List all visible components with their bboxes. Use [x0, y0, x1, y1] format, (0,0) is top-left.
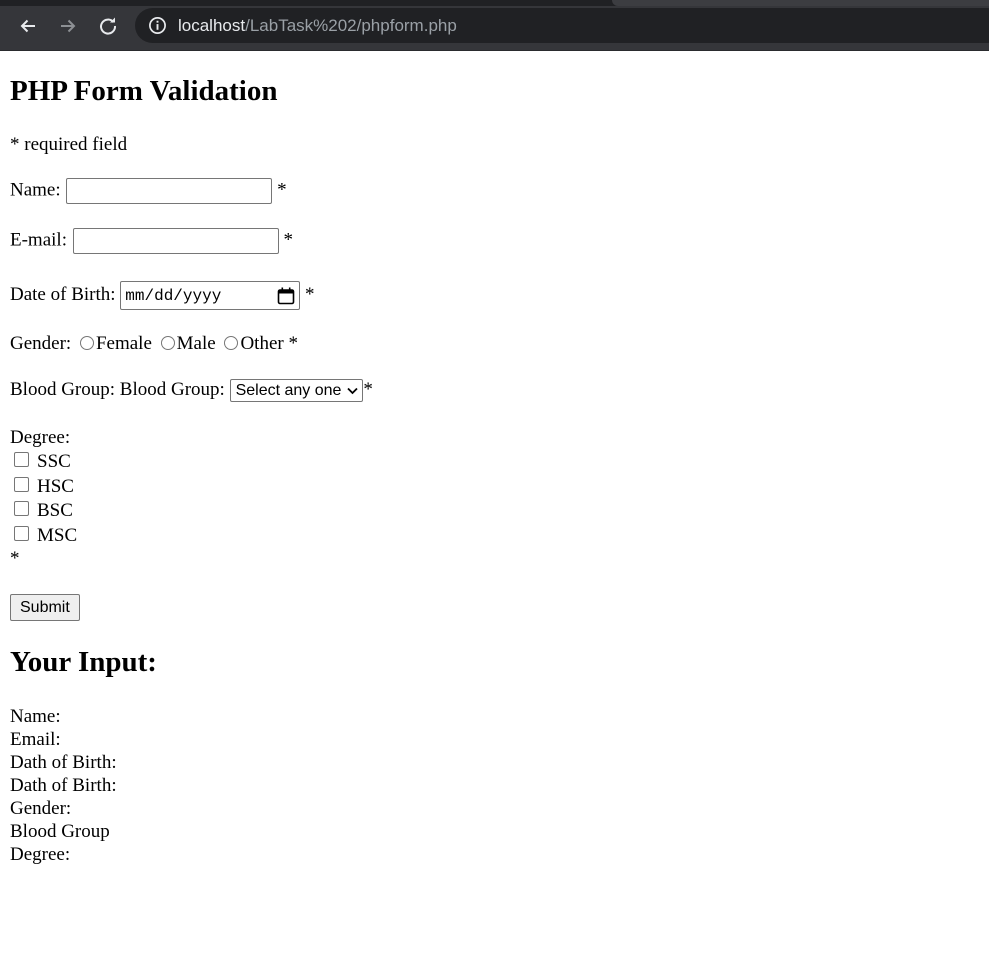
degree-option-hsc: HSC: [37, 476, 74, 497]
gender-row: Gender: Female Male Other *: [10, 333, 298, 355]
blood-group-select[interactable]: Select any one: [229, 379, 364, 403]
url-path: /LabTask%202/phpform.php: [245, 16, 457, 35]
output-email: Email:: [10, 729, 61, 750]
page-title: PHP Form Validation: [10, 75, 278, 107]
info-icon[interactable]: [148, 16, 167, 35]
name-required-marker: *: [277, 179, 287, 201]
degree-item-msc: MSC: [10, 525, 77, 547]
back-button[interactable]: [15, 13, 41, 39]
dob-required-marker: *: [305, 283, 315, 305]
gender-option-female: Female: [95, 333, 152, 354]
blood-group-label: Blood Group: Blood Group:: [10, 379, 225, 400]
blood-group-selected: Select any one: [235, 381, 342, 399]
chevron-down-icon: [347, 387, 359, 394]
browser-toolbar: localhost/LabTask%202/phpform.php: [0, 0, 989, 51]
forward-button[interactable]: [55, 13, 81, 39]
degree-item-hsc: HSC: [10, 476, 74, 498]
output-dob-repeat: Dath of Birth:: [10, 775, 117, 796]
output-name: Name:: [10, 706, 61, 727]
submit-button[interactable]: Submit: [10, 594, 80, 621]
gender-radio-male[interactable]: [160, 336, 175, 351]
dob-row: Date of Birth: mm/dd/yyyy *: [10, 281, 315, 310]
degree-checkbox-msc[interactable]: [14, 526, 29, 542]
reload-icon: [100, 17, 117, 35]
forward-arrow-icon: [61, 19, 76, 33]
gender-option-other: Other: [240, 333, 284, 354]
gender-label: Gender:: [10, 333, 72, 354]
name-input[interactable]: [66, 178, 273, 204]
output-title: Your Input:: [10, 646, 157, 678]
tab-strip: [0, 0, 989, 6]
blood-group-required-marker: *: [363, 379, 373, 400]
email-input[interactable]: [72, 228, 279, 254]
gender-option-male: Male: [176, 333, 216, 354]
output-blood-group: Blood Group: [10, 821, 110, 842]
email-label: E-mail:: [10, 229, 67, 251]
output-dob: Dath of Birth:: [10, 752, 117, 773]
blood-group-row: Blood Group: Blood Group: Select any one…: [10, 379, 373, 403]
degree-checkbox-bsc[interactable]: [14, 501, 29, 517]
dob-label: Date of Birth:: [10, 283, 116, 305]
back-arrow-icon: [20, 19, 35, 33]
dob-placeholder: mm/dd/yyyy: [125, 286, 222, 305]
degree-item-ssc: SSC: [10, 451, 71, 473]
reload-button[interactable]: [95, 13, 121, 39]
email-required-marker: *: [283, 229, 293, 251]
degree-checkbox-hsc[interactable]: [14, 477, 29, 493]
output-degree: Degree:: [10, 844, 71, 865]
name-label: Name:: [10, 179, 61, 201]
degree-option-msc: MSC: [37, 525, 78, 546]
name-row: Name: *: [10, 178, 287, 204]
url-host: localhost: [178, 16, 246, 35]
gender-radio-female[interactable]: [79, 336, 94, 351]
degree-option-ssc: SSC: [37, 451, 71, 472]
dob-input[interactable]: mm/dd/yyyy: [120, 281, 301, 310]
address-bar[interactable]: localhost/LabTask%202/phpform.php: [135, 8, 989, 43]
degree-option-bsc: BSC: [37, 500, 73, 521]
required-note: * required field: [10, 134, 128, 155]
output-gender: Gender:: [10, 798, 72, 819]
email-row: E-mail: *: [10, 228, 293, 254]
degree-item-bsc: BSC: [10, 500, 73, 522]
degree-label: Degree:: [10, 427, 71, 448]
degree-checkbox-ssc[interactable]: [14, 452, 29, 468]
address-url[interactable]: localhost/LabTask%202/phpform.php: [178, 15, 457, 36]
degree-required-marker: *: [10, 548, 20, 569]
calendar-icon[interactable]: [277, 287, 295, 305]
gender-radio-other[interactable]: [224, 336, 239, 351]
tab-strip-segment: [612, 0, 989, 6]
gender-required-marker: *: [288, 333, 298, 354]
